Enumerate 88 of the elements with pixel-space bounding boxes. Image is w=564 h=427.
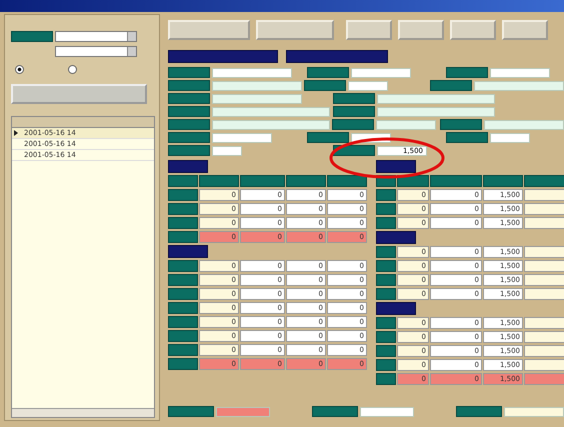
field-label xyxy=(168,119,210,130)
input-field[interactable] xyxy=(377,106,495,116)
section-header xyxy=(168,245,208,258)
input-field[interactable] xyxy=(212,146,242,156)
input-field[interactable] xyxy=(490,68,550,78)
radio-button[interactable] xyxy=(68,65,77,74)
field-label xyxy=(168,106,210,117)
input-field[interactable] xyxy=(376,120,436,130)
field-label xyxy=(168,406,214,417)
row-header xyxy=(168,330,198,342)
toolbar-button[interactable] xyxy=(256,20,334,40)
radio-button[interactable] xyxy=(15,65,24,74)
column-header xyxy=(240,175,285,187)
scroll-bar[interactable] xyxy=(12,408,154,417)
row-header xyxy=(376,217,396,229)
toolbar-button[interactable] xyxy=(398,20,444,40)
field-label xyxy=(168,145,210,156)
toolbar-button[interactable] xyxy=(502,20,548,40)
input-field[interactable] xyxy=(212,68,292,78)
row-header xyxy=(168,231,198,243)
field-label xyxy=(307,132,350,143)
field-label xyxy=(168,93,210,104)
date-field[interactable] xyxy=(55,31,137,42)
field-label xyxy=(333,93,375,104)
row-header xyxy=(168,189,198,201)
row-header xyxy=(376,246,396,258)
field-label xyxy=(11,31,53,42)
field-label xyxy=(456,406,502,417)
field-label xyxy=(168,67,210,78)
row-header xyxy=(376,260,396,272)
input-field[interactable] xyxy=(348,80,388,90)
column-header xyxy=(286,175,326,187)
row-header xyxy=(168,288,198,300)
field-label xyxy=(304,80,346,91)
row-header xyxy=(168,217,198,229)
field-label xyxy=(440,119,482,130)
row-header xyxy=(168,344,198,356)
row-header xyxy=(376,274,396,286)
row-header xyxy=(168,358,198,370)
input-field[interactable] xyxy=(504,406,564,416)
column-header xyxy=(199,175,239,187)
search-button[interactable] xyxy=(11,84,147,104)
field-label xyxy=(307,67,350,78)
input-field[interactable] xyxy=(474,80,564,90)
column-header xyxy=(168,175,198,187)
column-header xyxy=(483,175,523,187)
input-field[interactable] xyxy=(212,132,272,142)
field-label xyxy=(446,67,488,78)
field-label xyxy=(312,406,358,417)
field-label xyxy=(168,132,210,143)
input-field[interactable] xyxy=(490,132,530,142)
row-header xyxy=(376,345,396,357)
date-field[interactable] xyxy=(55,46,137,57)
toolbar-button[interactable] xyxy=(168,20,250,40)
section-header xyxy=(376,302,416,315)
row-header xyxy=(168,316,198,328)
row-header xyxy=(168,274,198,286)
row-header xyxy=(376,331,396,343)
row-header xyxy=(168,260,198,272)
input-field[interactable] xyxy=(212,120,330,130)
section-header xyxy=(376,160,416,173)
input-field[interactable] xyxy=(212,80,302,90)
section-header xyxy=(168,160,208,173)
field-label xyxy=(446,132,488,143)
input-field[interactable] xyxy=(351,68,412,78)
toolbar-button[interactable] xyxy=(450,20,496,40)
input-field[interactable] xyxy=(212,106,330,116)
input-field[interactable] xyxy=(216,406,270,416)
field-label xyxy=(430,80,472,91)
input-field[interactable] xyxy=(360,406,414,416)
row-header xyxy=(376,359,396,371)
input-field[interactable] xyxy=(377,94,495,104)
field-label xyxy=(333,106,375,117)
input-field[interactable] xyxy=(484,120,564,130)
row-header xyxy=(376,288,396,300)
pointer-icon xyxy=(14,130,18,136)
toolbar-button[interactable] xyxy=(346,20,392,40)
row-header xyxy=(168,302,198,314)
column-header xyxy=(327,175,367,187)
input-field[interactable] xyxy=(212,94,302,104)
row-header xyxy=(376,373,396,385)
field-label xyxy=(168,80,210,91)
row-header xyxy=(376,317,396,329)
section-header xyxy=(376,231,416,244)
row-header xyxy=(376,189,396,201)
row-header xyxy=(376,203,396,215)
field-label xyxy=(332,119,374,130)
row-header xyxy=(168,203,198,215)
